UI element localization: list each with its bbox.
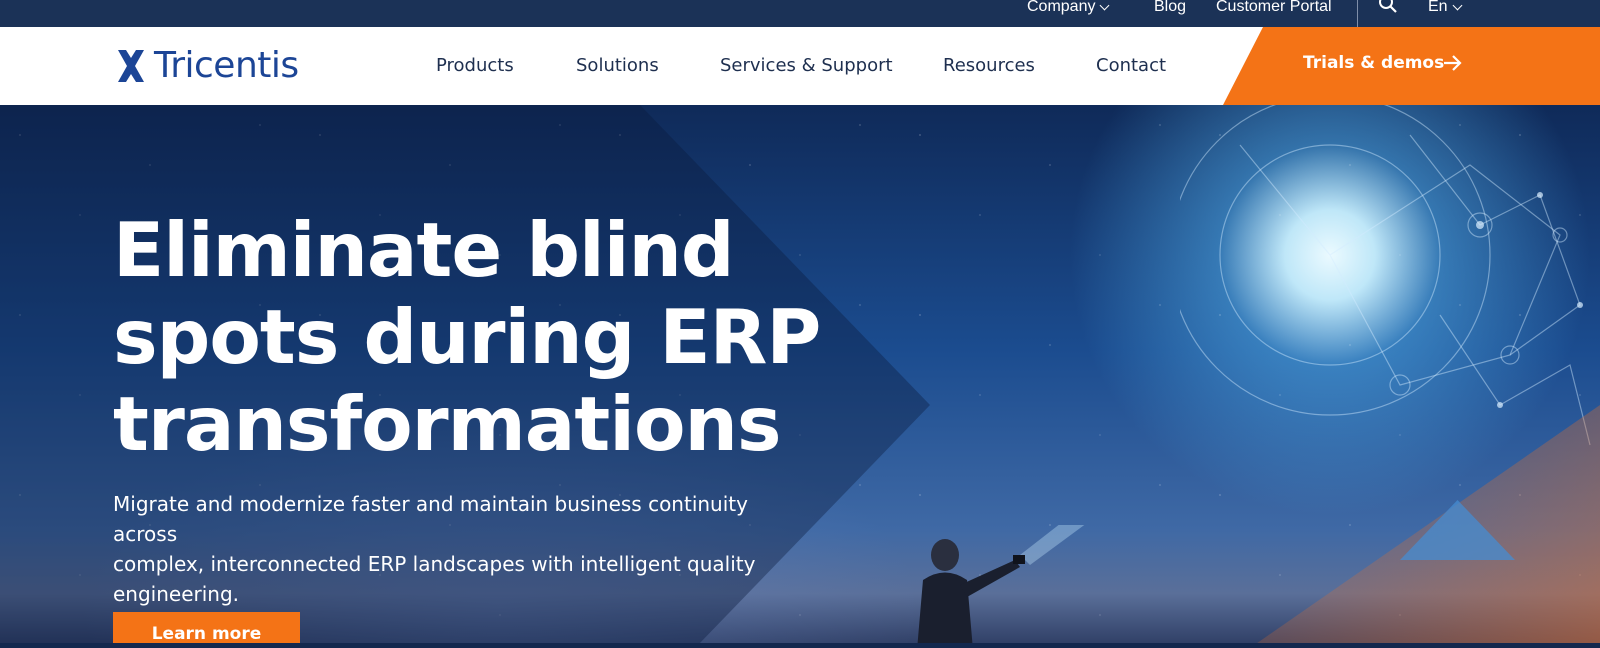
arrow-right-icon: [1444, 55, 1462, 71]
company-menu[interactable]: Company: [1027, 0, 1110, 15]
logo-text: Tricentis: [154, 45, 299, 86]
subtext-line: complex, interconnected ERP landscapes w…: [113, 552, 756, 576]
blog-link[interactable]: Blog: [1154, 0, 1186, 15]
nav-products[interactable]: Products: [436, 55, 514, 77]
person-with-flashlight-illustration: [917, 525, 1085, 648]
search-button[interactable]: [1378, 0, 1398, 13]
subtext-line: engineering.: [113, 582, 240, 606]
cta-label: Trials & demos: [1303, 53, 1445, 73]
language-label: En: [1428, 0, 1448, 15]
utility-divider: [1357, 0, 1358, 27]
nav-contact[interactable]: Contact: [1096, 55, 1166, 77]
nav-resources[interactable]: Resources: [943, 55, 1035, 77]
logo[interactable]: Tricentis: [116, 47, 299, 85]
hero-subtext: Migrate and modernize faster and maintai…: [113, 489, 773, 609]
trials-demos-button[interactable]: Trials & demos: [1223, 27, 1600, 105]
chevron-down-icon: [1452, 0, 1463, 10]
search-icon: [1379, 0, 1397, 13]
language-selector[interactable]: En: [1428, 0, 1463, 15]
subtext-line: Migrate and modernize faster and maintai…: [113, 492, 748, 546]
hero-headline: Eliminate blind spots during ERP transfo…: [113, 207, 873, 468]
main-nav: Tricentis Products Solutions Services & …: [0, 27, 1600, 105]
customer-portal-link[interactable]: Customer Portal: [1216, 0, 1332, 15]
nav-services-support[interactable]: Services & Support: [720, 55, 893, 77]
headline-line: Eliminate blind: [113, 206, 735, 294]
nav-solutions[interactable]: Solutions: [576, 55, 659, 77]
hero-section: Eliminate blind spots during ERP transfo…: [0, 105, 1600, 648]
headline-line: spots during ERP: [113, 293, 821, 381]
chevron-down-icon: [1100, 0, 1110, 10]
tricentis-x-icon: [118, 50, 144, 82]
utility-bar: Company Blog Customer Portal En: [0, 0, 1600, 27]
headline-line: transformations: [113, 380, 782, 468]
bottom-strip: [0, 643, 1600, 648]
company-label: Company: [1027, 0, 1096, 15]
